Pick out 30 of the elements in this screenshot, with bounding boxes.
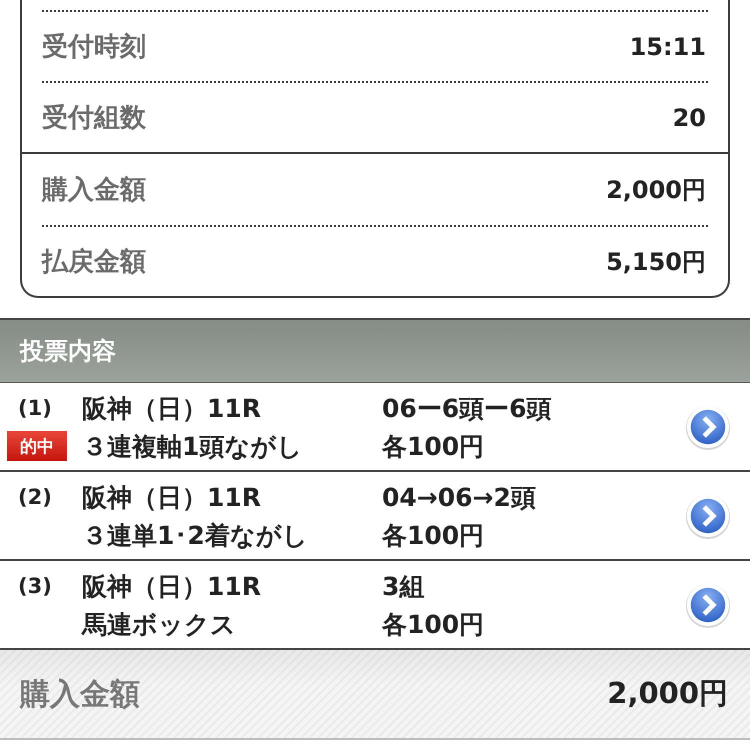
race-name: 阪神（日）11R: [82, 392, 262, 424]
chevron-icon[interactable]: [685, 404, 731, 450]
summary-value: 15:11: [630, 32, 707, 60]
race-name: 阪神（日）11R: [82, 570, 262, 602]
summary-label: 受付時刻: [42, 31, 146, 64]
summary-label: 受付組数: [42, 102, 146, 135]
chevron-icon[interactable]: [685, 582, 731, 628]
bet-number: (3): [17, 574, 53, 598]
summary-label: 購入金額: [42, 174, 146, 207]
bet-amount: 各100円: [382, 430, 484, 462]
bet-type: 馬連ボックス: [82, 608, 236, 640]
total-label: 購入金額: [20, 676, 140, 714]
bet-type: ３連単1･2着ながし: [82, 520, 308, 552]
summary-value: 5,150円: [606, 246, 707, 278]
bet-amount: 各100円: [382, 608, 484, 640]
summary-label: 払戻金額: [42, 246, 146, 279]
bet-combination: 3組: [382, 570, 424, 602]
bet-number: (1): [17, 396, 53, 420]
summary-value: 2,000円: [606, 174, 707, 206]
total-value: 2,000円: [607, 675, 728, 712]
hit-badge: 的中: [7, 431, 67, 461]
bet-amount: 各100円: [382, 520, 484, 552]
bet-combination: 06ー6頭ー6頭: [382, 392, 552, 424]
bet-type: ３連複軸1頭ながし: [82, 430, 302, 462]
bet-number: (2): [17, 485, 53, 509]
summary-value: 20: [672, 104, 707, 132]
race-name: 阪神（日）11R: [82, 482, 262, 514]
chevron-icon[interactable]: [685, 493, 731, 539]
section-title: 投票内容: [20, 336, 116, 367]
bet-combination: 04→06→2頭: [382, 482, 536, 514]
